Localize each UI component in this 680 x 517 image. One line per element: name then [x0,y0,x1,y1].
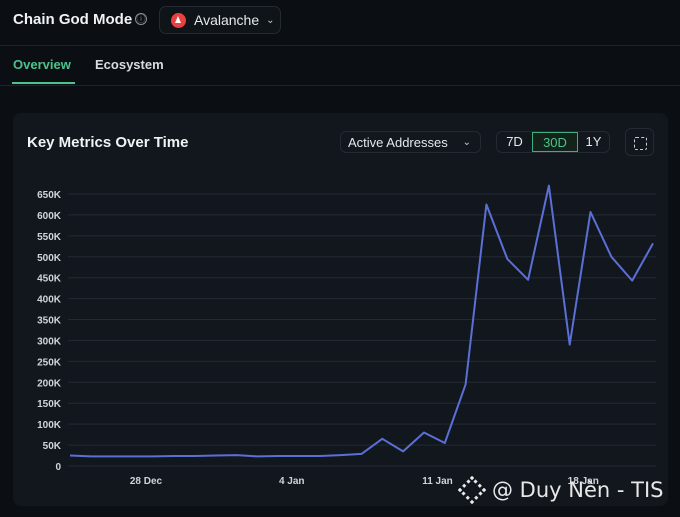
y-tick-label: 600K [37,211,62,222]
y-tick-label: 0 [55,462,61,473]
watermark: @ Duy Nèn - TIS [457,475,664,505]
watermark-text: @ Duy Nèn - TIS [492,478,664,502]
y-tick-label: 50K [43,441,62,452]
series-line-active-addresses [69,184,654,458]
y-tick-label: 450K [37,274,62,285]
y-tick-label: 200K [37,378,62,389]
y-tick-label: 400K [37,295,62,306]
y-tick-label: 500K [37,253,62,264]
line-chart: 0 50K 100K 150K 200K 250K 300K 350K 400K 450K 500K… [37,184,656,487]
y-tick-label: 250K [37,357,62,368]
x-tick-label: 11 Jan [422,476,453,487]
y-tick-label: 650K [37,190,62,201]
y-tick-label: 300K [37,336,62,347]
binance-logo-icon [457,475,487,505]
y-tick-label: 150K [37,399,62,410]
y-tick-label: 550K [37,232,62,243]
x-tick-label: 28 Dec [130,476,163,487]
y-tick-label: 350K [37,316,62,327]
x-tick-label: 4 Jan [279,476,305,487]
y-tick-label: 100K [37,420,62,431]
